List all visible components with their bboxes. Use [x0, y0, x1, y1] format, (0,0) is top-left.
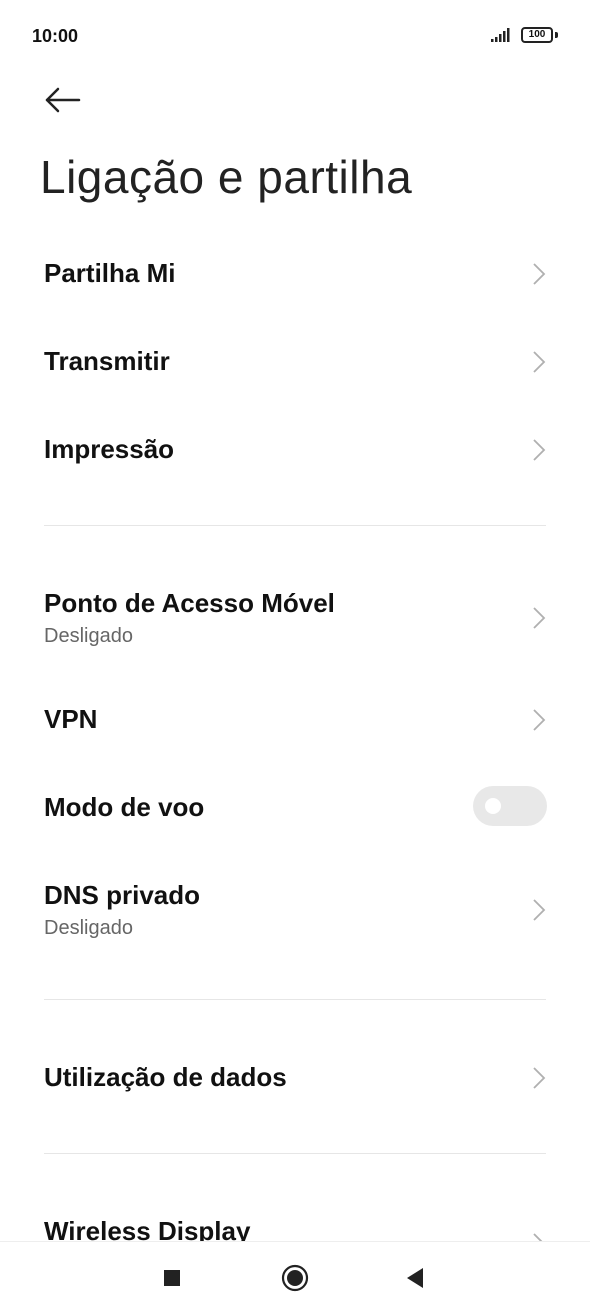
chevron-right-icon	[533, 607, 546, 629]
settings-item-label: VPN	[44, 704, 98, 734]
square-icon	[164, 1269, 180, 1286]
settings-item-label: DNS privado	[44, 880, 201, 910]
chevron-right-icon	[533, 709, 546, 731]
chevron-right-icon	[533, 899, 546, 921]
page-title: Ligação e partilha	[40, 151, 413, 203]
settings-item-impressao[interactable]: Impressão	[0, 406, 590, 494]
airplane-mode-toggle[interactable]	[473, 786, 547, 826]
triangle-left-icon	[407, 1267, 423, 1288]
recents-button[interactable]	[142, 1242, 202, 1313]
chevron-right-icon	[533, 1233, 543, 1241]
settings-item-airplane-mode: Modo de voo	[0, 764, 590, 852]
status-bar: 10:00 100	[0, 0, 590, 72]
settings-item-partilha-mi[interactable]: Partilha Mi	[0, 230, 590, 318]
settings-item-transmitir[interactable]: Transmitir	[0, 318, 590, 406]
battery-level: 100	[528, 29, 546, 40]
navigation-bar	[0, 1241, 590, 1313]
settings-item-hotspot[interactable]: Ponto de Acesso Móvel Desligado	[0, 570, 590, 666]
chevron-right-icon	[533, 1067, 546, 1089]
chevron-right-icon	[533, 263, 546, 285]
section-divider	[44, 1153, 546, 1154]
arrow-left-icon	[45, 87, 81, 113]
toggle-knob	[485, 798, 501, 814]
chevron-right-icon	[533, 351, 546, 373]
chevron-right-icon	[533, 439, 546, 461]
settings-item-status: Desligado	[44, 625, 133, 647]
home-button[interactable]	[265, 1242, 325, 1313]
settings-item-label: Impressão	[44, 434, 175, 464]
status-time: 10:00	[32, 26, 79, 46]
circle-icon	[281, 1264, 309, 1291]
battery-icon: 100	[521, 27, 553, 43]
back-button[interactable]	[40, 80, 88, 120]
section-divider	[44, 999, 546, 1000]
battery-tip	[555, 32, 558, 38]
settings-item-label: Ponto de Acesso Móvel	[44, 588, 335, 618]
settings-item-vpn[interactable]: VPN	[0, 676, 590, 764]
back-nav-button[interactable]	[385, 1242, 445, 1313]
settings-item-label: Utilização de dados	[44, 1062, 287, 1092]
settings-item-label: Transmitir	[44, 346, 170, 376]
settings-item-label: Modo de voo	[44, 792, 205, 822]
settings-item-label: Wireless Display	[44, 1216, 251, 1241]
section-divider	[44, 525, 546, 526]
signal-icon	[491, 28, 510, 42]
settings-item-wireless-display[interactable]: Wireless Display	[0, 1188, 590, 1241]
settings-item-data-usage[interactable]: Utilização de dados	[0, 1034, 590, 1122]
settings-item-status: Desligado	[44, 917, 133, 939]
settings-item-label: Partilha Mi	[44, 258, 176, 288]
settings-item-private-dns[interactable]: DNS privado Desligado	[0, 862, 590, 958]
